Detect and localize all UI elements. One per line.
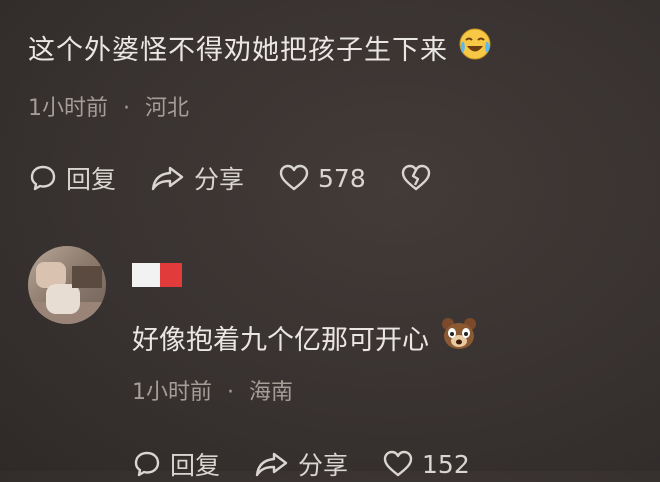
- share-arrow-icon: [255, 452, 288, 477]
- comment-text-content: 这个外婆怪不得劝她把孩子生下来: [28, 35, 448, 66]
- heart-icon: [383, 450, 413, 477]
- speech-bubble-icon: [30, 165, 56, 191]
- avatar[interactable]: [28, 246, 106, 324]
- meta-separator: ·: [123, 96, 130, 121]
- comment-location: 河北: [145, 96, 190, 121]
- username-redacted[interactable]: [132, 263, 182, 287]
- share-button[interactable]: 分享: [254, 446, 348, 482]
- comment-actions: 回复 分享 152: [132, 446, 504, 482]
- reply-button[interactable]: 回复: [28, 160, 116, 196]
- reply-button[interactable]: 回复: [132, 446, 220, 482]
- speech-bubble-icon: [134, 451, 160, 477]
- reply-label: 回复: [66, 165, 117, 194]
- like-button[interactable]: 578: [278, 163, 366, 193]
- comment-location: 海南: [249, 380, 294, 405]
- comment-text-content: 好像抱着九个亿那可开心: [132, 325, 429, 356]
- bear-emoji-icon: [439, 316, 479, 359]
- comment-actions: 回复 分享 578: [28, 160, 474, 196]
- comment-text: 这个外婆怪不得劝她把孩子生下来: [28, 27, 492, 68]
- share-label: 分享: [298, 451, 349, 480]
- heart-icon: [279, 164, 309, 191]
- meta-separator: ·: [227, 380, 234, 405]
- share-label: 分享: [194, 165, 245, 194]
- comment-meta: 1小时前 · 河北: [28, 90, 189, 122]
- comment-time: 1小时前: [28, 96, 108, 121]
- like-count: 578: [318, 163, 366, 193]
- share-arrow-icon: [151, 166, 184, 191]
- like-count: 152: [422, 449, 470, 479]
- broken-heart-icon: [401, 164, 430, 191]
- like-button[interactable]: 152: [382, 449, 470, 479]
- crying-laughing-emoji-icon: [458, 27, 492, 68]
- dislike-button[interactable]: [400, 163, 440, 193]
- reply-label: 回复: [170, 451, 221, 480]
- comment-meta: 1小时前 · 海南: [132, 374, 293, 406]
- comment-text: 好像抱着九个亿那可开心: [132, 316, 479, 359]
- comment-time: 1小时前: [132, 380, 212, 405]
- share-button[interactable]: 分享: [150, 160, 244, 196]
